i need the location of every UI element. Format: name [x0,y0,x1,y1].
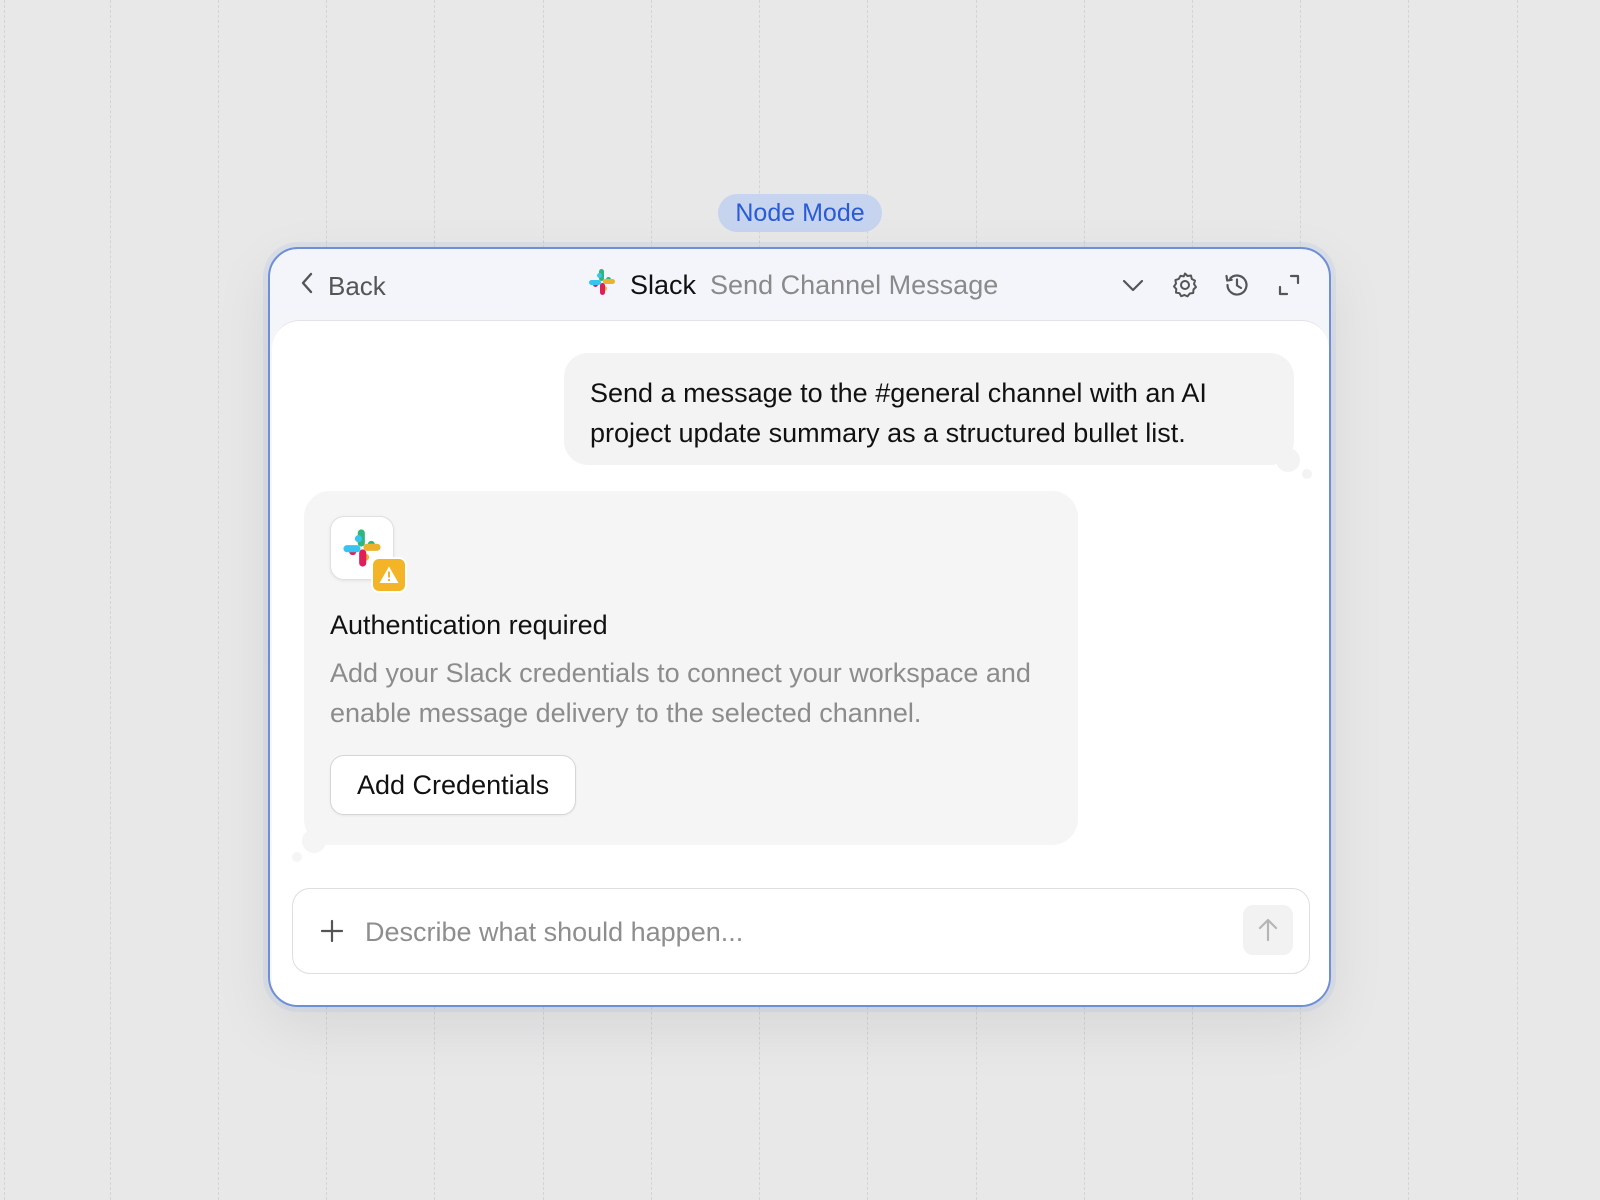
prompt-input[interactable] [363,908,1227,956]
auth-description: Add your Slack credentials to connect yo… [330,658,1031,728]
grid-line [218,0,219,1200]
back-button[interactable]: Back [298,269,386,303]
expand-icon[interactable] [1273,269,1305,301]
panel-header: Back Slack Send Channel Message [270,249,1329,321]
slack-app-badge [330,516,407,593]
slack-logo-icon [588,268,616,303]
gear-icon[interactable] [1169,269,1201,301]
warning-icon [371,557,407,593]
history-icon[interactable] [1221,269,1253,301]
action-name: Send Channel Message [710,269,999,300]
user-message-tail [1302,469,1312,479]
arrow-up-icon [1258,918,1278,942]
grid-line [110,0,111,1200]
node-mode-badge: Node Mode [718,194,882,232]
chevron-left-icon [298,270,316,303]
user-message-tail [1276,448,1300,472]
grid-line [4,0,5,1200]
grid-line [1408,0,1409,1200]
node-chat-panel: Back Slack Send Channel Message Send a m… [268,247,1331,1007]
chevron-down-icon[interactable] [1117,269,1149,301]
chat-body: Send a message to the #general channel w… [272,320,1329,1005]
add-credentials-button[interactable]: Add Credentials [330,755,577,815]
node-title: Slack Send Channel Message [588,267,998,303]
send-button[interactable] [1243,905,1293,955]
app-name: Slack [630,269,697,300]
plus-icon[interactable] [317,916,347,946]
user-message: Send a message to the #general channel w… [564,353,1294,465]
assistant-message-tail [302,829,326,853]
assistant-message-tail [292,852,302,862]
prompt-composer [292,888,1310,974]
assistant-message: Authentication required Add your Slack c… [304,491,1078,845]
back-label: Back [328,270,386,301]
auth-title: Authentication required [330,610,608,640]
header-actions [1117,269,1305,301]
grid-line [1517,0,1518,1200]
